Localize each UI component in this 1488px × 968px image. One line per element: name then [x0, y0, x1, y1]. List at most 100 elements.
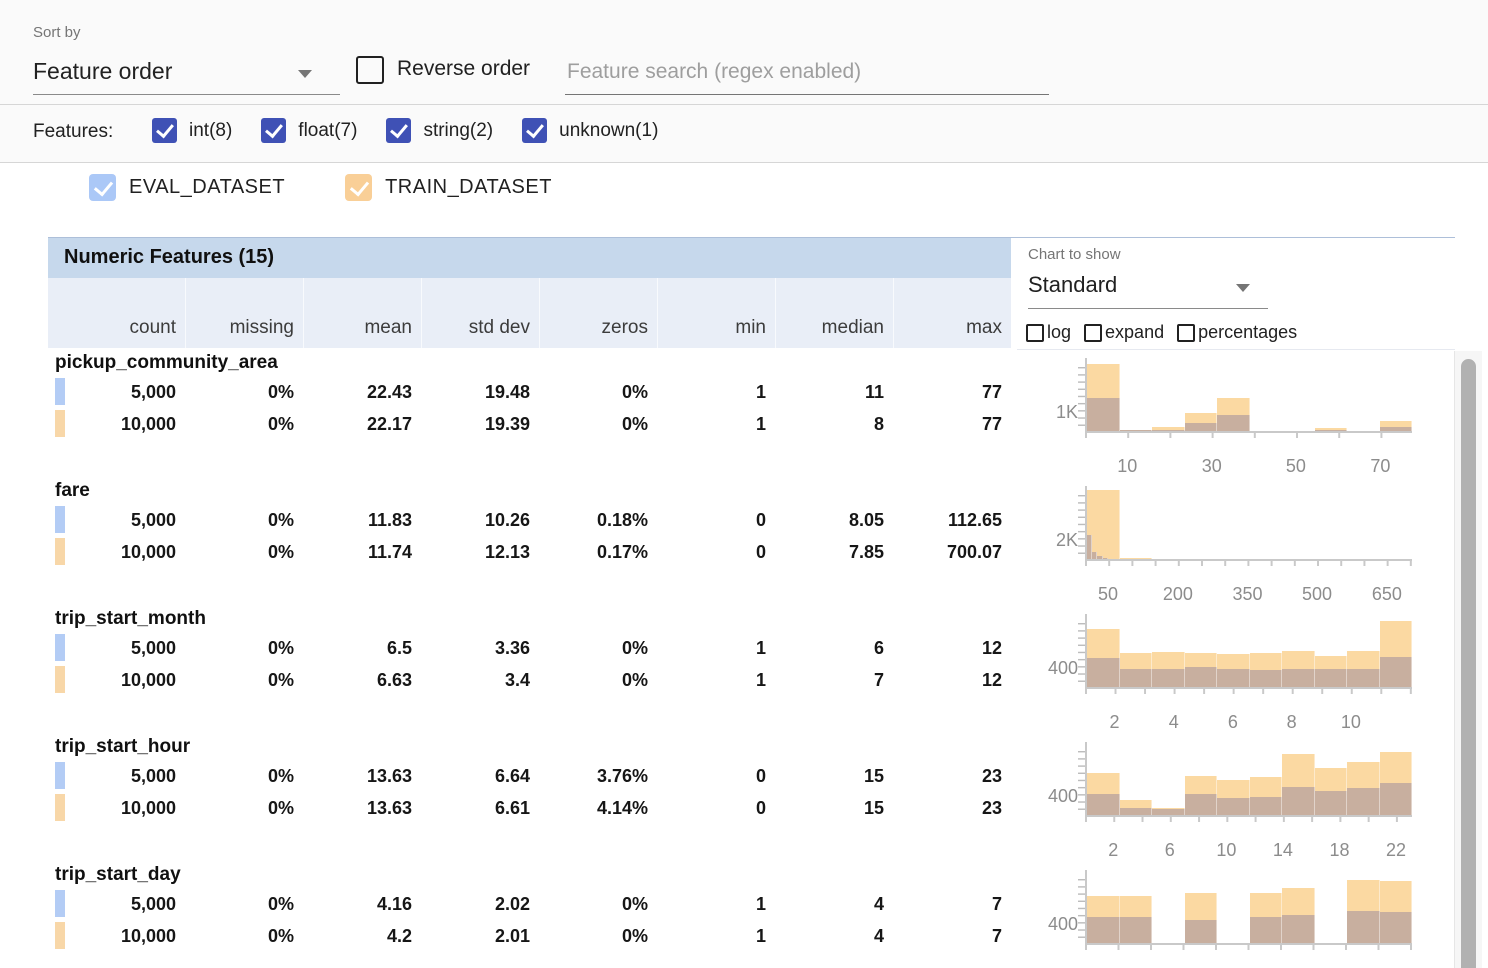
x-tick-label: 22 [1386, 840, 1406, 861]
bar-eval-overlap [1120, 808, 1153, 815]
cell-mean: 22.17 [303, 408, 421, 440]
bar-eval-overlap [1315, 791, 1348, 815]
cell-max: 23 [893, 760, 1011, 792]
train-dataset-checkbox[interactable] [345, 174, 372, 201]
cell-std-dev: 19.39 [421, 408, 539, 440]
histogram-plot [1085, 614, 1412, 689]
column-header-std-dev: std dev [421, 278, 539, 348]
x-axis-ticks [1085, 815, 1412, 822]
histogram-fare: 2K50200350500650 [1030, 478, 1455, 606]
histogram-plot [1085, 486, 1412, 561]
cell-median: 15 [775, 760, 893, 792]
chart-option-percentages[interactable]: percentages [1177, 322, 1297, 343]
vertical-scrollbar-track[interactable] [1454, 351, 1482, 968]
filter-label-string: string(2) [423, 120, 493, 142]
reverse-order-label: Reverse order [397, 57, 530, 81]
check-icon [156, 120, 174, 139]
feature-name: trip_start_day [55, 864, 181, 886]
bar-eval-overlap [1380, 783, 1413, 815]
unknown-checkbox[interactable] [522, 118, 547, 143]
cell-count: 5,000 [48, 376, 185, 408]
feature-type-filter-int[interactable]: int(8) [152, 118, 232, 143]
cell-mean: 11.74 [303, 536, 421, 568]
cell-min: 0 [657, 504, 775, 536]
bar-train [1120, 558, 1153, 559]
cell-std-dev: 6.61 [421, 792, 539, 824]
cell-std-dev: 12.13 [421, 536, 539, 568]
reverse-order-checkbox[interactable] [356, 56, 384, 84]
feature-block-trip_start_month: trip_start_month5,0000%6.53.360%161210,0… [48, 606, 1455, 734]
filter-label-float: float(7) [298, 120, 357, 142]
cell-std-dev: 19.48 [421, 376, 539, 408]
bar-eval-overlap [1347, 788, 1380, 815]
feature-type-filter-string[interactable]: string(2) [386, 118, 493, 143]
bar-eval-overlap [1185, 794, 1218, 815]
string-checkbox[interactable] [386, 118, 411, 143]
check-icon [526, 120, 544, 139]
bar-eval-overlap [1380, 427, 1413, 431]
dataset-label-eval: EVAL_DATASET [129, 176, 285, 199]
vertical-scrollbar-thumb[interactable] [1461, 359, 1476, 968]
feature-name: fare [55, 480, 90, 502]
sort-by-label: Sort by [33, 24, 81, 41]
check-icon [94, 176, 113, 196]
filter-label-unknown: unknown(1) [559, 120, 658, 142]
cell-min: 1 [657, 632, 775, 664]
histogram-trip_start_day: 400 [1030, 862, 1455, 968]
bar-eval-overlap [1120, 669, 1153, 687]
sort-by-select[interactable]: Feature order [33, 54, 340, 95]
eval-dataset-checkbox[interactable] [89, 174, 116, 201]
chart-controls-panel: Chart to show Standard logexpandpercenta… [1017, 238, 1455, 350]
x-axis-ticks [1085, 431, 1412, 438]
bar-eval-overlap [1087, 658, 1120, 687]
cell-max: 12 [893, 664, 1011, 696]
percentages-checkbox[interactable] [1177, 324, 1195, 342]
cell-std-dev: 6.64 [421, 760, 539, 792]
chart-option-expand[interactable]: expand [1084, 322, 1164, 343]
cell-max: 7 [893, 888, 1011, 920]
log-checkbox[interactable] [1026, 324, 1044, 342]
cell-missing: 0% [185, 408, 303, 440]
cell-missing: 0% [185, 376, 303, 408]
bar-eval-overlap [1282, 787, 1315, 815]
chart-type-select[interactable]: Standard [1028, 266, 1268, 309]
feature-type-filter-float[interactable]: float(7) [261, 118, 357, 143]
dataset-toggle-eval[interactable]: EVAL_DATASET [89, 174, 285, 201]
x-tick-label: 18 [1329, 840, 1349, 861]
chart-option-log[interactable]: log [1026, 322, 1071, 343]
bar-eval-overlap [1282, 669, 1315, 687]
top-toolbar: Sort by Feature order Reverse order [0, 0, 1488, 105]
cell-mean: 22.43 [303, 376, 421, 408]
x-tick-label: 30 [1202, 456, 1222, 477]
stats-row-eval: 5,0000%13.636.643.76%01523 [48, 760, 1011, 792]
feature-type-filter-unknown[interactable]: unknown(1) [522, 118, 658, 143]
expand-checkbox[interactable] [1084, 324, 1102, 342]
feature-type-filters: int(8) float(7) string(2) unknown(1) [152, 118, 687, 143]
cell-zeros: 0% [539, 632, 657, 664]
chart-option-label-log: log [1047, 322, 1071, 343]
y-axis-label: 400 [1030, 786, 1078, 807]
feature-name: trip_start_hour [55, 736, 190, 758]
feature-search-input[interactable] [565, 50, 1049, 95]
cell-zeros: 0.18% [539, 504, 657, 536]
x-tick-label: 10 [1216, 840, 1236, 861]
chart-option-toggles: log expand percentages [1026, 322, 1310, 343]
float-checkbox[interactable] [261, 118, 286, 143]
eval-color-swatch [55, 506, 65, 533]
cell-median: 6 [775, 632, 893, 664]
histogram-plot [1085, 870, 1412, 945]
cell-count: 10,000 [48, 664, 185, 696]
bar-eval-overlap [1217, 669, 1250, 687]
features-label: Features: [33, 121, 113, 143]
x-tick-label: 50 [1286, 456, 1306, 477]
cell-missing: 0% [185, 536, 303, 568]
cell-count: 5,000 [48, 888, 185, 920]
cell-min: 1 [657, 408, 775, 440]
dataset-toggle-train[interactable]: TRAIN_DATASET [345, 174, 552, 201]
stats-row-eval: 5,0000%11.8310.260.18%08.05112.65 [48, 504, 1011, 536]
x-tick-label: 6 [1228, 712, 1238, 733]
y-axis-ticks [1078, 623, 1085, 687]
int-checkbox[interactable] [152, 118, 177, 143]
cell-missing: 0% [185, 632, 303, 664]
feature-type-bar: Features: int(8) float(7) string(2) unknown… [0, 105, 1488, 163]
